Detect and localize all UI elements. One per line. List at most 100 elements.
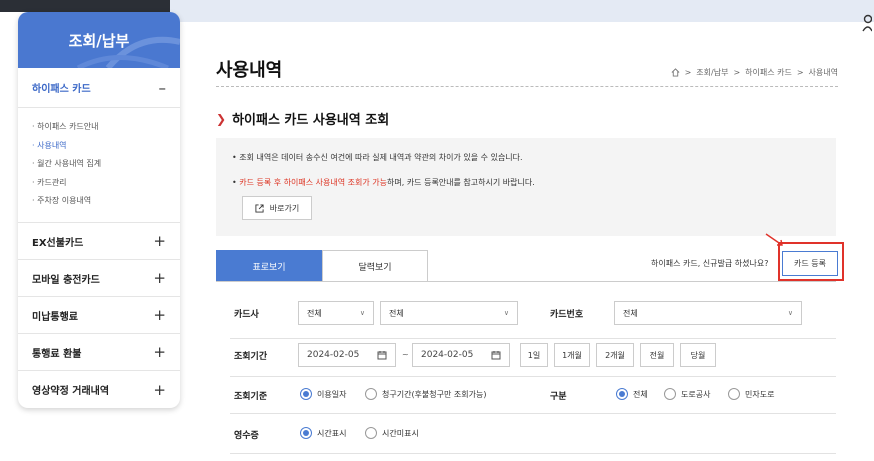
sidebar-item-unpaid-toll[interactable]: 미납통행료 + [18,297,180,334]
section-title: ❯ 하이패스 카드 사용내역 조회 [216,109,390,129]
type-radio-expressway[interactable]: 도로공사 [664,388,710,400]
criteria-radio-use-date[interactable]: 이용일자 [300,388,346,400]
sidebar-item-hipass-card[interactable]: 하이패스 카드 – [18,68,180,108]
sidebar-submenu: · 하이패스 카드안내 · 사용내역 · 월간 사용내역 집계 · 카드관리 ·… [18,108,180,223]
sidebar-item-label: 미납통행료 [32,311,78,323]
type-radio-private-road[interactable]: 민자도로 [728,388,774,400]
radio-unchecked[interactable] [365,427,377,439]
breadcrumb-item[interactable]: 조회/납부 [696,67,728,78]
expand-icon[interactable]: + [153,269,166,287]
select-value: 전체 [623,308,638,318]
radio-checked[interactable] [616,388,628,400]
period-1month-button[interactable]: 1개월 [554,343,590,367]
breadcrumb-item: 사용내역 [808,68,838,77]
top-dark-strip [0,0,170,12]
radio-unchecked[interactable] [664,388,676,400]
notice-line-1: • 조회 내역은 데이터 송수신 여건에 따라 실제 내역과 약관의 차이가 있… [232,153,523,162]
radio-unchecked[interactable] [365,388,377,400]
submenu-item-card-guide[interactable]: · 하이패스 카드안내 [32,118,166,137]
collapse-icon[interactable]: – [159,79,167,97]
period-last-month-button[interactable]: 전월 [640,343,674,367]
breadcrumb-separator: > [733,68,741,77]
card-type-select[interactable]: 전체 ∨ [380,301,518,325]
type-label: 구분 [550,392,567,402]
goto-button[interactable]: 바로가기 [242,196,312,220]
criteria-label: 조회기준 [234,392,268,402]
submenu-item-card-management[interactable]: · 카드관리 [32,174,166,193]
breadcrumb-separator: > [796,68,804,77]
radio-label: 민자도로 [745,389,775,399]
row-divider [230,376,836,377]
period-this-month-button[interactable]: 당월 [680,343,716,367]
tab-underline [216,281,836,282]
receipt-label: 영수증 [234,431,259,441]
date-value: 2024-02-05 [307,350,360,360]
sidebar-item-ex-prepaid[interactable]: EX선불카드 + [18,223,180,260]
radio-label: 이용일자 [317,389,347,399]
card-number-label: 카드번호 [550,310,584,320]
section-title-text: 하이패스 카드 사용내역 조회 [232,113,390,128]
register-prompt: 하이패스 카드, 신규발급 하셨나요? [651,259,769,268]
card-number-select[interactable]: 전체 ∨ [614,301,802,325]
submenu-item-parking-history[interactable]: · 주차장 이용내역 [32,192,166,211]
expand-icon[interactable]: + [153,306,166,324]
external-link-icon [255,203,264,213]
chevron-down-icon: ∨ [503,309,509,317]
period-1day-button[interactable]: 1일 [520,343,548,367]
sidebar-item-toll-refund[interactable]: 통행료 환불 + [18,334,180,371]
radio-unchecked[interactable] [728,388,740,400]
type-radio-all[interactable]: 전체 [616,388,648,400]
submenu-item-usage-history[interactable]: · 사용내역 [32,137,166,156]
radio-label: 전체 [633,389,648,399]
breadcrumb-separator: > [684,68,692,77]
row-divider [230,453,836,454]
date-from-input[interactable]: 2024-02-05 [298,343,396,367]
expand-icon[interactable]: + [153,232,166,250]
page-title: 사용내역 [216,60,283,81]
expand-icon[interactable]: + [153,381,166,399]
radio-label: 청구기간(후불청구만 조회가능) [382,389,487,399]
divider [216,86,838,87]
home-icon[interactable] [671,68,680,77]
submenu-item-monthly-summary[interactable]: · 월간 사용내역 집계 [32,155,166,174]
goto-button-label: 바로가기 [269,203,300,213]
date-separator: ~ [402,350,409,359]
sidebar-item-label: 통행료 환불 [32,348,82,360]
date-to-input[interactable]: 2024-02-05 [412,343,510,367]
notice-line-2: • 카드 등록 후 하이패스 사용내역 조회가 가능하며, 카드 등록안내를 참… [232,178,535,187]
radio-label: 도로공사 [681,389,711,399]
receipt-radio-show-time[interactable]: 시간표시 [300,427,346,439]
sidebar-item-label: 하이패스 카드 [32,84,91,95]
expand-icon[interactable]: + [153,343,166,361]
card-company-label: 카드사 [234,310,259,320]
breadcrumb: > 조회/납부 > 하이패스 카드 > 사용내역 [671,67,838,78]
chevron-down-icon: ∨ [359,309,365,317]
period-label: 조회기간 [234,352,268,362]
sidebar: 조회/납부 하이패스 카드 – · 하이패스 카드안내 · 사용내역 · 월간 … [18,12,180,408]
tab-table-view[interactable]: 표로보기 [216,250,322,282]
radio-checked[interactable] [300,427,312,439]
receipt-radio-hide-time[interactable]: 시간미표시 [365,427,419,439]
sidebar-item-label: 영상약정 거래내역 [32,386,110,397]
sidebar-item-label: 모바일 충전카드 [32,274,100,286]
sidebar-header: 조회/납부 [18,12,180,68]
radio-label: 시간미표시 [382,428,419,438]
notice-box: • 조회 내역은 데이터 송수신 여건에 따라 실제 내역과 약관의 차이가 있… [216,138,836,236]
radio-checked[interactable] [300,388,312,400]
date-value: 2024-02-05 [421,350,474,360]
sidebar-item-mobile-card[interactable]: 모바일 충전카드 + [18,260,180,297]
breadcrumb-item[interactable]: 하이패스 카드 [745,67,792,78]
sidebar-item-label: EX선불카드 [32,237,84,249]
person-icon[interactable] [862,14,872,32]
select-value: 전체 [389,308,404,318]
sidebar-item-video-agreement[interactable]: 영상약정 거래내역 + [18,371,180,408]
tab-calendar-view[interactable]: 달력보기 [322,250,428,282]
criteria-radio-billing-period[interactable]: 청구기간(후불청구만 조회가능) [365,388,486,400]
period-2month-button[interactable]: 2개월 [596,343,634,367]
top-banner-strip [170,0,874,22]
row-divider [230,413,836,414]
calendar-icon[interactable] [377,350,387,360]
calendar-icon[interactable] [491,350,501,360]
card-company-select[interactable]: 전체 ∨ [298,301,374,325]
card-register-button[interactable]: 카드 등록 [782,251,838,276]
